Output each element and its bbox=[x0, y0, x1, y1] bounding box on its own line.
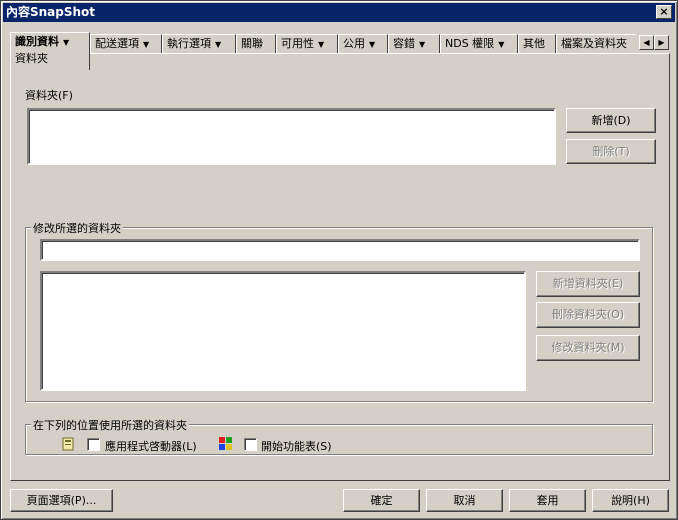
tab-label: 檔案及資料夾 bbox=[561, 37, 627, 50]
tab-distribution-options[interactable]: 配送選項 ▼ bbox=[90, 34, 162, 54]
apply-button[interactable]: 套用 bbox=[509, 489, 586, 512]
tab-common[interactable]: 公用 ▼ bbox=[338, 34, 388, 54]
tab-label: 執行選項 bbox=[167, 37, 211, 50]
delete-folder-button[interactable]: 刪除資料夾(O) bbox=[536, 302, 640, 328]
subtab-folders[interactable]: 資料夾 bbox=[15, 52, 85, 66]
tab-label: 容錯 bbox=[393, 37, 415, 50]
tab-nds-rights[interactable]: NDS 權限 ▼ bbox=[440, 34, 518, 54]
tab-label: 關聯 bbox=[241, 37, 263, 50]
folder-tree[interactable] bbox=[40, 271, 526, 391]
modify-group-title: 修改所選的資料夾 bbox=[31, 220, 123, 236]
chevron-down-icon[interactable]: ▼ bbox=[369, 40, 375, 49]
usage-group-title: 在下列的位置使用所選的資料夾 bbox=[31, 417, 189, 433]
help-button[interactable]: 說明(H) bbox=[592, 489, 669, 512]
tab-label: 其他 bbox=[523, 37, 545, 50]
tab-label: 公用 bbox=[343, 37, 365, 50]
app-launcher-label: 應用程式啓動器(L) bbox=[105, 440, 197, 453]
scroll-right-icon[interactable]: ▶ bbox=[654, 35, 669, 50]
tab-label: 配送選項 bbox=[95, 37, 139, 50]
folders-list[interactable] bbox=[27, 108, 556, 165]
properties-window: 內容SnapShot × 識別資料 ▼ 資料夾 配送選項 ▼ 執行選項 ▼ 關聯 可用… bbox=[0, 0, 678, 520]
tab-label: 可用性 bbox=[281, 37, 314, 50]
start-menu-icon bbox=[219, 437, 232, 450]
start-menu-checkbox[interactable] bbox=[244, 438, 257, 451]
add-folder-button[interactable]: 新增資料夾(E) bbox=[536, 271, 640, 297]
tab-identification[interactable]: 識別資料 ▼ 資料夾 bbox=[10, 32, 90, 70]
tab-fault-tolerance[interactable]: 容錯 ▼ bbox=[388, 34, 440, 54]
folders-label: 資料夾(F) bbox=[25, 89, 73, 102]
tab-other[interactable]: 其他 bbox=[518, 34, 556, 54]
close-icon[interactable]: × bbox=[656, 5, 672, 19]
chevron-down-icon[interactable]: ▼ bbox=[498, 40, 504, 49]
app-launcher-icon bbox=[62, 437, 74, 451]
chevron-down-icon[interactable]: ▼ bbox=[143, 40, 149, 49]
ok-button[interactable]: 確定 bbox=[343, 489, 420, 512]
modify-folder-button[interactable]: 修改資料夾(M) bbox=[536, 335, 640, 361]
chevron-down-icon[interactable]: ▼ bbox=[63, 38, 69, 47]
scroll-left-icon[interactable]: ◀ bbox=[639, 35, 654, 50]
tab-run-options[interactable]: 執行選項 ▼ bbox=[162, 34, 236, 54]
chevron-down-icon[interactable]: ▼ bbox=[419, 40, 425, 49]
tab-associations[interactable]: 關聯 bbox=[236, 34, 276, 54]
tab-label: 識別資料 bbox=[15, 35, 59, 48]
window-title: 內容SnapShot bbox=[6, 5, 96, 19]
tab-strip: 識別資料 ▼ 資料夾 配送選項 ▼ 執行選項 ▼ 關聯 可用性 ▼ 公用 ▼ 容錯 ▼ ND… bbox=[10, 32, 670, 70]
tab-files-and-folders[interactable]: 檔案及資料夾 bbox=[556, 34, 636, 54]
page-options-button[interactable]: 頁面選項(P)... bbox=[10, 489, 113, 512]
add-button[interactable]: 新增(D) bbox=[566, 108, 656, 133]
cancel-button[interactable]: 取消 bbox=[426, 489, 503, 512]
chevron-down-icon[interactable]: ▼ bbox=[318, 40, 324, 49]
tab-panel: 資料夾(F) 新增(D) 刪除(T) 修改所選的資料夾 新增資料夾(E) 刪除資… bbox=[10, 53, 670, 481]
delete-button[interactable]: 刪除(T) bbox=[566, 139, 656, 164]
chevron-down-icon[interactable]: ▼ bbox=[215, 40, 221, 49]
title-bar: 內容SnapShot × bbox=[3, 3, 675, 22]
tab-label: NDS 權限 bbox=[445, 37, 495, 50]
start-menu-label: 開始功能表(S) bbox=[261, 440, 332, 453]
folder-name-input[interactable] bbox=[40, 239, 640, 261]
tab-availability[interactable]: 可用性 ▼ bbox=[276, 34, 338, 54]
app-launcher-checkbox[interactable] bbox=[87, 438, 100, 451]
